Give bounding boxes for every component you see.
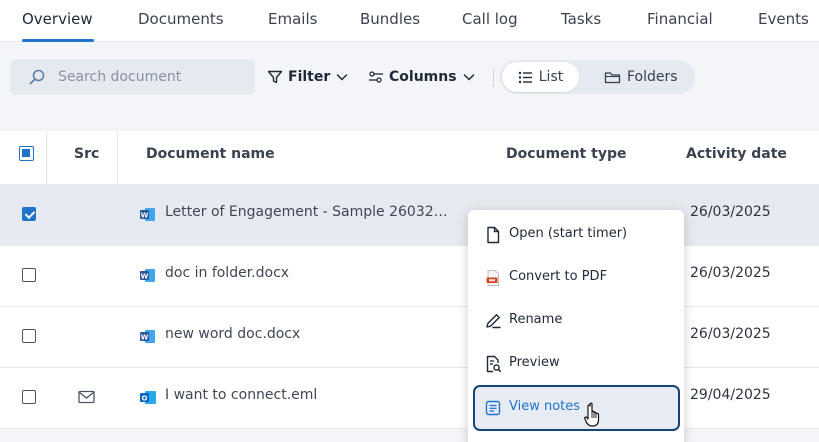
activity-date: 26/03/2025 <box>690 265 771 281</box>
row-checkbox[interactable] <box>22 329 36 343</box>
svg-text:O: O <box>142 394 148 402</box>
column-header-document-name[interactable]: Document name <box>146 146 275 162</box>
column-header-activity-date[interactable]: Activity date <box>686 146 787 162</box>
document-toolbar: Filter Columns List <box>0 42 819 114</box>
menu-item-open-start-timer[interactable]: Open (start timer) <box>468 215 684 255</box>
document-icon <box>487 226 500 244</box>
context-menu: Open (start timer) Convert to PDF Rename… <box>468 210 684 442</box>
menu-item-convert-to-pdf[interactable]: Convert to PDF <box>468 258 684 298</box>
menu-item-label: View notes <box>509 399 581 414</box>
activity-date: 26/03/2025 <box>690 204 771 220</box>
preview-icon <box>486 355 502 373</box>
table-row[interactable]: O I want to connect.eml 29/04/2025 <box>0 368 819 429</box>
tab-bundles[interactable]: Bundles <box>360 10 420 28</box>
svg-text:W: W <box>141 333 149 341</box>
word-file-icon: W <box>140 330 155 343</box>
view-list-button[interactable]: List <box>502 62 579 92</box>
search-input[interactable] <box>58 59 248 95</box>
columns-label: Columns <box>389 69 457 85</box>
search-box <box>10 59 255 95</box>
table-header: Src Document name Document type Activity… <box>0 131 819 185</box>
tab-bar: Overview Documents Emails Bundles Call l… <box>0 0 819 42</box>
column-header-document-type[interactable]: Document type <box>506 146 626 162</box>
tab-emails[interactable]: Emails <box>268 10 317 28</box>
table-row[interactable]: W new word doc.docx 26/03/2025 <box>0 307 819 368</box>
search-icon <box>29 69 45 85</box>
envelope-icon <box>78 390 95 404</box>
view-folders-label: Folders <box>627 69 678 85</box>
tab-documents[interactable]: Documents <box>138 10 224 28</box>
view-toggle: List Folders <box>500 60 695 94</box>
tab-tasks[interactable]: Tasks <box>561 10 601 28</box>
select-all-checkbox[interactable] <box>19 146 34 161</box>
pdf-icon <box>486 270 499 286</box>
menu-item-label: Preview <box>509 355 560 370</box>
word-file-icon: W <box>140 269 155 282</box>
filter-button[interactable]: Filter <box>267 67 349 87</box>
column-separator <box>46 131 47 185</box>
document-name[interactable]: I want to connect.eml <box>165 387 317 403</box>
document-name[interactable]: Letter of Engagement - Sample 26032… <box>165 204 448 220</box>
column-header-src[interactable]: Src <box>74 146 99 162</box>
menu-item-preview[interactable]: Preview <box>468 344 684 384</box>
pencil-icon <box>486 314 501 329</box>
chevron-down-icon <box>463 74 474 81</box>
hand-pointer-cursor-icon <box>584 402 600 427</box>
menu-item-label: Open (start timer) <box>509 226 628 241</box>
word-file-icon: W <box>140 208 155 221</box>
svg-text:W: W <box>141 211 149 219</box>
row-checkbox[interactable] <box>22 390 36 404</box>
columns-button[interactable]: Columns <box>368 67 476 87</box>
activity-date: 26/03/2025 <box>690 326 771 342</box>
folder-icon <box>604 71 621 83</box>
funnel-icon <box>267 70 283 84</box>
chevron-down-icon <box>337 74 348 81</box>
view-folders-button[interactable]: Folders <box>604 62 678 92</box>
document-name[interactable]: doc in folder.docx <box>165 265 289 281</box>
columns-settings-icon <box>369 71 383 83</box>
table-row[interactable]: W Letter of Engagement - Sample 26032… 2… <box>0 185 819 246</box>
menu-item-rename[interactable]: Rename <box>468 301 684 341</box>
tab-events[interactable]: Events <box>758 10 809 28</box>
column-separator <box>117 131 118 185</box>
menu-item-label: Rename <box>509 312 563 327</box>
row-checkbox[interactable] <box>22 207 36 221</box>
row-checkbox[interactable] <box>22 268 36 282</box>
toolbar-divider <box>493 69 494 87</box>
activity-date: 29/04/2025 <box>690 387 771 403</box>
menu-item-label: Convert to PDF <box>509 269 608 284</box>
view-list-label: List <box>538 69 564 85</box>
menu-item-view-notes[interactable]: View notes <box>473 385 680 431</box>
filter-label: Filter <box>288 69 331 85</box>
notes-icon <box>485 400 501 416</box>
tab-overview[interactable]: Overview <box>22 10 93 28</box>
outlook-file-icon: O <box>140 391 156 404</box>
list-icon <box>518 71 532 83</box>
tab-financial[interactable]: Financial <box>647 10 713 28</box>
svg-text:W: W <box>141 272 149 280</box>
document-name[interactable]: new word doc.docx <box>165 326 300 342</box>
table-row[interactable]: W doc in folder.docx 26/03/2025 <box>0 246 819 307</box>
tab-call-log[interactable]: Call log <box>462 10 518 28</box>
